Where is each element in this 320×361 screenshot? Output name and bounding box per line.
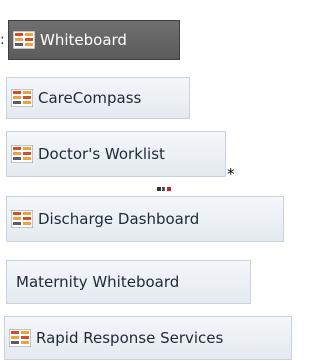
tab-whiteboard[interactable]: Whiteboard — [8, 20, 180, 60]
whiteboard-grid-icon — [11, 210, 33, 228]
tab-label: Rapid Response Services — [36, 329, 224, 347]
asterisk-mark: * — [227, 165, 235, 183]
status-marker — [157, 187, 171, 191]
tab-doctors-worklist[interactable]: Doctor's Worklist — [6, 131, 226, 177]
edge-separator: : — [0, 32, 5, 48]
whiteboard-grid-icon — [11, 89, 33, 107]
whiteboard-grid-icon — [11, 145, 33, 163]
tab-label: Doctor's Worklist — [38, 145, 165, 163]
tab-label: Whiteboard — [40, 31, 127, 49]
tab-label: Maternity Whiteboard — [16, 273, 180, 291]
tab-carecompass[interactable]: CareCompass — [6, 77, 190, 119]
tab-label: Discharge Dashboard — [38, 210, 200, 228]
tab-maternity-whiteboard[interactable]: Maternity Whiteboard — [6, 260, 251, 304]
whiteboard-grid-icon — [13, 31, 35, 49]
whiteboard-grid-icon — [9, 329, 31, 347]
tab-rapid-response-services[interactable]: Rapid Response Services — [4, 316, 292, 360]
tab-label: CareCompass — [38, 89, 142, 107]
tab-discharge-dashboard[interactable]: Discharge Dashboard — [6, 196, 284, 242]
